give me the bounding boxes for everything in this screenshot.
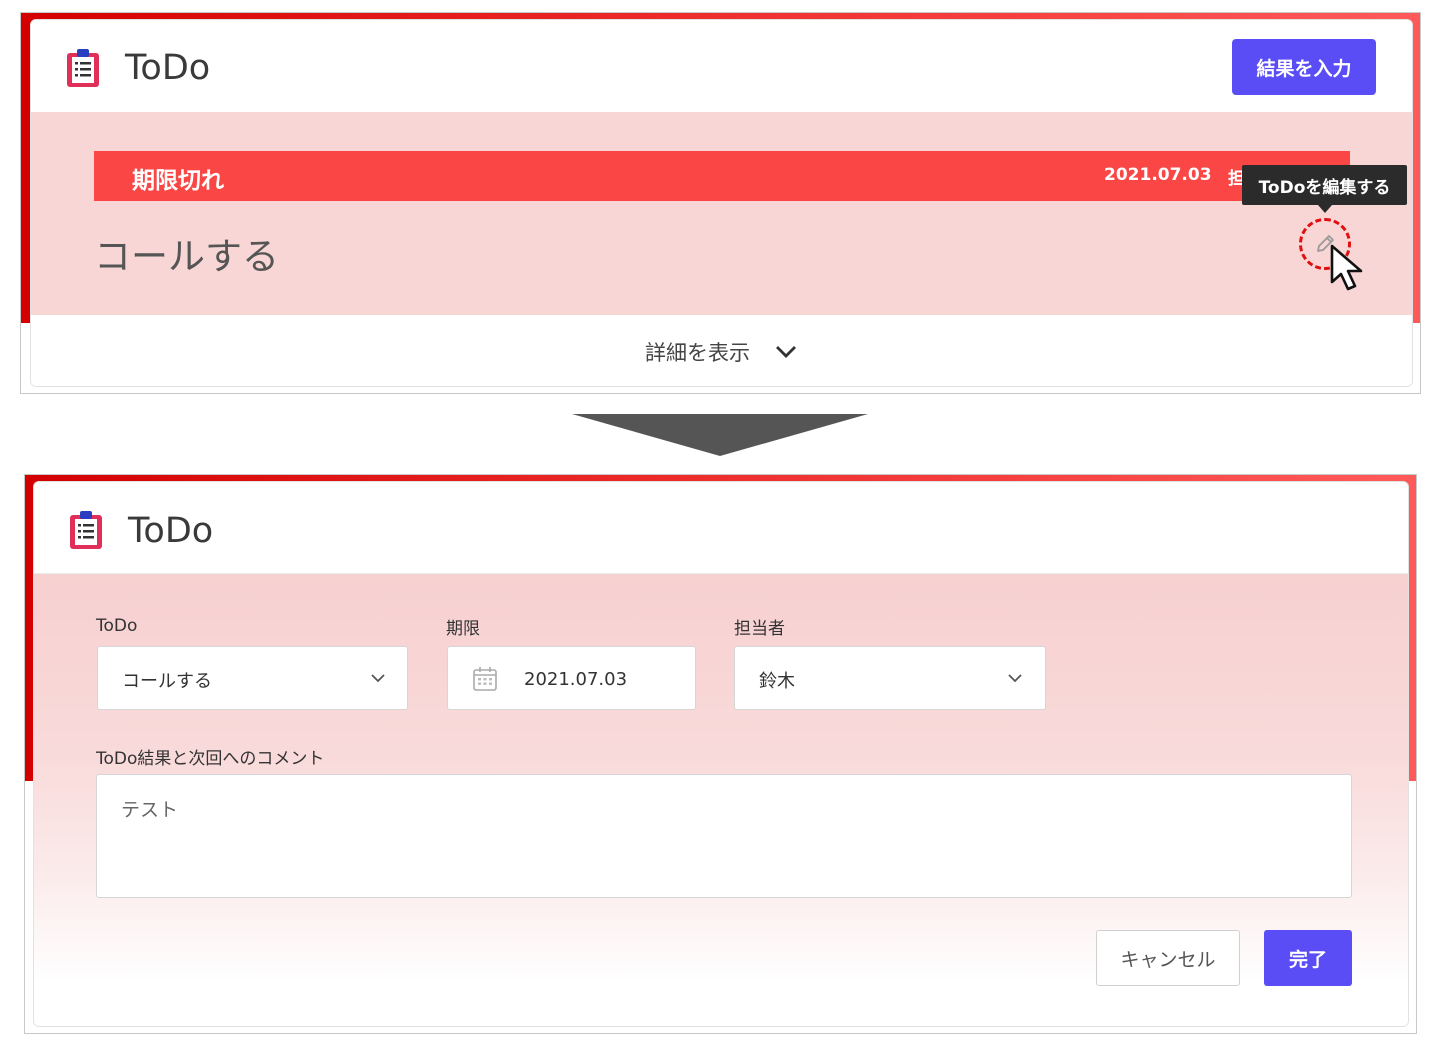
assignee-field-label: 担当者 (734, 619, 785, 639)
due-date-value: 2021.07.03 (524, 669, 628, 690)
transition-arrow (572, 414, 868, 456)
show-details-label: 詳細を表示 (645, 340, 750, 365)
clipboard-icon (70, 511, 102, 549)
clipboard-icon (67, 49, 99, 87)
todo-title: コールする (94, 235, 279, 278)
comment-value: テスト (121, 799, 179, 821)
tooltip-arrow (1318, 205, 1332, 213)
todo-field-label: ToDo (96, 616, 138, 636)
enter-result-button[interactable]: 結果を入力 (1232, 39, 1376, 95)
app-title: ToDo (125, 48, 211, 88)
done-button[interactable]: 完了 (1264, 930, 1352, 986)
edit-form: ToDo コールする 期限 2021.07.03 担当者 鈴木 ToDo結果と次… (34, 574, 1408, 1026)
overdue-banner: 期限切れ 2021.07.03 担 (94, 151, 1350, 201)
chevron-down-icon (1008, 674, 1022, 683)
calendar-icon (473, 667, 497, 691)
chevron-down-icon (776, 345, 796, 358)
comment-textarea[interactable]: テスト (96, 774, 1352, 898)
due-date: 2021.07.03 (1104, 165, 1212, 185)
assignee-select-value: 鈴木 (759, 671, 795, 692)
show-details-toggle[interactable]: 詳細を表示 (31, 315, 1412, 386)
todo-select[interactable]: コールする (97, 646, 408, 710)
assignee-select[interactable]: 鈴木 (734, 646, 1046, 710)
chevron-down-icon (371, 674, 385, 683)
app-title: ToDo (128, 511, 214, 551)
cursor-icon (1330, 244, 1363, 291)
card-header: ToDo 結果を入力 (31, 20, 1412, 112)
todo-panel-before: ToDo 結果を入力 期限切れ 2021.07.03 担 コールする ToDoを… (20, 12, 1421, 394)
todo-select-value: コールする (122, 671, 212, 692)
cancel-button[interactable]: キャンセル (1096, 930, 1240, 986)
comment-field-label: ToDo結果と次回へのコメント (96, 749, 325, 769)
card-header: ToDo (34, 482, 1408, 574)
todo-panel-after: ToDo ToDo コールする 期限 2021.07.03 担当者 鈴木 ToD… (24, 474, 1417, 1034)
todo-edit-card: ToDo ToDo コールする 期限 2021.07.03 担当者 鈴木 ToD… (33, 481, 1409, 1027)
todo-card: ToDo 結果を入力 期限切れ 2021.07.03 担 コールする ToDoを… (30, 19, 1413, 387)
edit-tooltip: ToDoを編集する (1242, 165, 1407, 205)
status-badge: 期限切れ (132, 168, 224, 194)
todo-item: 期限切れ 2021.07.03 担 コールする ToDoを編集する (31, 112, 1412, 315)
due-date-input[interactable]: 2021.07.03 (447, 646, 696, 710)
due-field-label: 期限 (446, 619, 480, 639)
